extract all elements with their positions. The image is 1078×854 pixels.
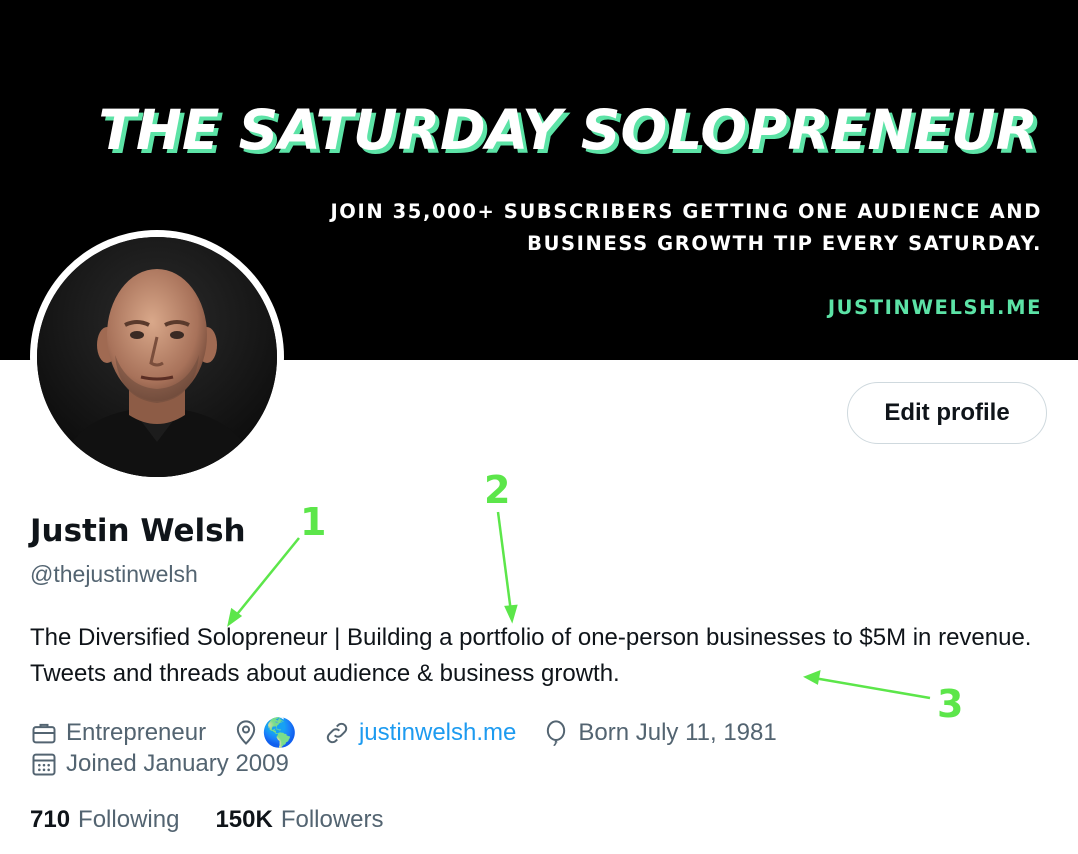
annotation-arrow-2 — [496, 511, 513, 613]
annotation-label-2: 2 — [484, 468, 511, 512]
annotation-arrowhead-3 — [803, 670, 821, 685]
annotation-label-3: 3 — [937, 682, 964, 726]
annotation-arrow-1 — [233, 537, 300, 619]
annotation-arrowhead-2 — [504, 604, 518, 624]
annotation-label-1: 1 — [300, 500, 327, 544]
annotation-arrow-3 — [813, 676, 931, 700]
annotation-arrows — [227, 511, 931, 700]
